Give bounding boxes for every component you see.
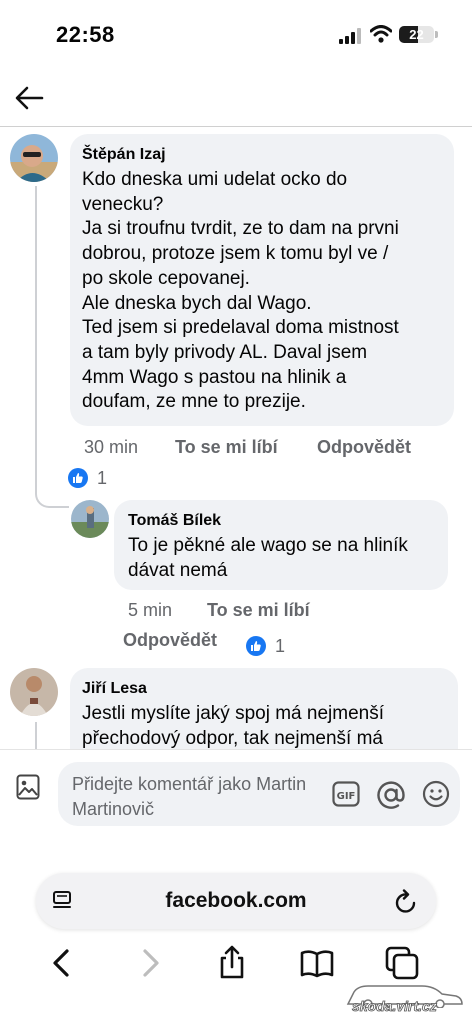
back-arrow-icon[interactable] xyxy=(14,84,44,112)
watermark-text: skoda.virt.cz xyxy=(352,998,438,1015)
header xyxy=(0,70,472,127)
back-icon[interactable] xyxy=(44,945,80,981)
gif-icon[interactable]: GIF xyxy=(332,781,360,807)
comment-bubble: Štěpán Izaj Kdo dneska umi udelat ocko d… xyxy=(70,134,454,426)
thread-line xyxy=(35,722,37,750)
comment-bubble: Tomáš Bílek To je pěkné ale wago se na h… xyxy=(114,500,448,590)
comment-text: Kdo dneska umi udelat ocko do venecku? J… xyxy=(82,169,399,413)
avatar[interactable] xyxy=(10,668,58,716)
comment-author[interactable]: Tomáš Bílek xyxy=(128,512,440,530)
comment-composer: Přidejte komentář jako Martin Martinovič… xyxy=(0,749,472,841)
comment-text: To je pěkné ale wago se na hliník dávat … xyxy=(128,535,408,581)
reply-button[interactable]: Odpovědět xyxy=(317,437,411,458)
url-text[interactable]: facebook.com xyxy=(36,889,436,913)
battery-indicator: 22 xyxy=(399,26,438,43)
forward-icon[interactable] xyxy=(132,945,168,981)
tab-switcher-icon[interactable] xyxy=(384,945,420,981)
svg-text:GIF: GIF xyxy=(337,791,356,802)
bookmarks-icon[interactable] xyxy=(299,945,335,981)
like-icon xyxy=(246,636,266,656)
comment-author[interactable]: Jiří Lesa xyxy=(82,680,452,698)
comment-time: 5 min xyxy=(128,600,173,620)
reply-button[interactable]: Odpovědět xyxy=(123,630,217,651)
reaction-count[interactable]: 1 xyxy=(97,468,107,489)
like-button[interactable]: To se mi líbí xyxy=(207,600,310,621)
comment-time: 30 min xyxy=(84,437,139,457)
wifi-icon xyxy=(370,25,392,43)
like-button[interactable]: To se mi líbí xyxy=(175,437,278,458)
share-icon[interactable] xyxy=(214,945,250,981)
status-time: 22:58 xyxy=(56,22,115,47)
status-bar: 22:58 22 xyxy=(0,0,472,70)
watermark-logo: skoda.virt.cz xyxy=(338,978,466,1018)
avatar[interactable] xyxy=(71,500,109,538)
comment-input-placeholder: Přidejte komentář jako Martin Martinovič xyxy=(72,774,307,819)
like-icon xyxy=(68,468,88,488)
photo-icon[interactable] xyxy=(16,774,40,800)
thread-line xyxy=(35,186,69,508)
comment-text: Jestli myslíte jaký spoj má nejmenší pře… xyxy=(82,703,384,749)
comment-author[interactable]: Štěpán Izaj xyxy=(82,146,446,164)
cellular-signal-icon xyxy=(339,28,361,44)
address-bar[interactable]: facebook.com xyxy=(36,873,436,929)
battery-level: 22 xyxy=(409,27,424,42)
avatar[interactable] xyxy=(10,134,58,182)
at-icon[interactable] xyxy=(376,780,406,810)
reaction-count[interactable]: 1 xyxy=(275,636,285,657)
comment-input[interactable]: Přidejte komentář jako Martin Martinovič… xyxy=(58,762,460,826)
reload-icon[interactable] xyxy=(394,888,418,914)
smile-icon[interactable] xyxy=(422,780,450,808)
